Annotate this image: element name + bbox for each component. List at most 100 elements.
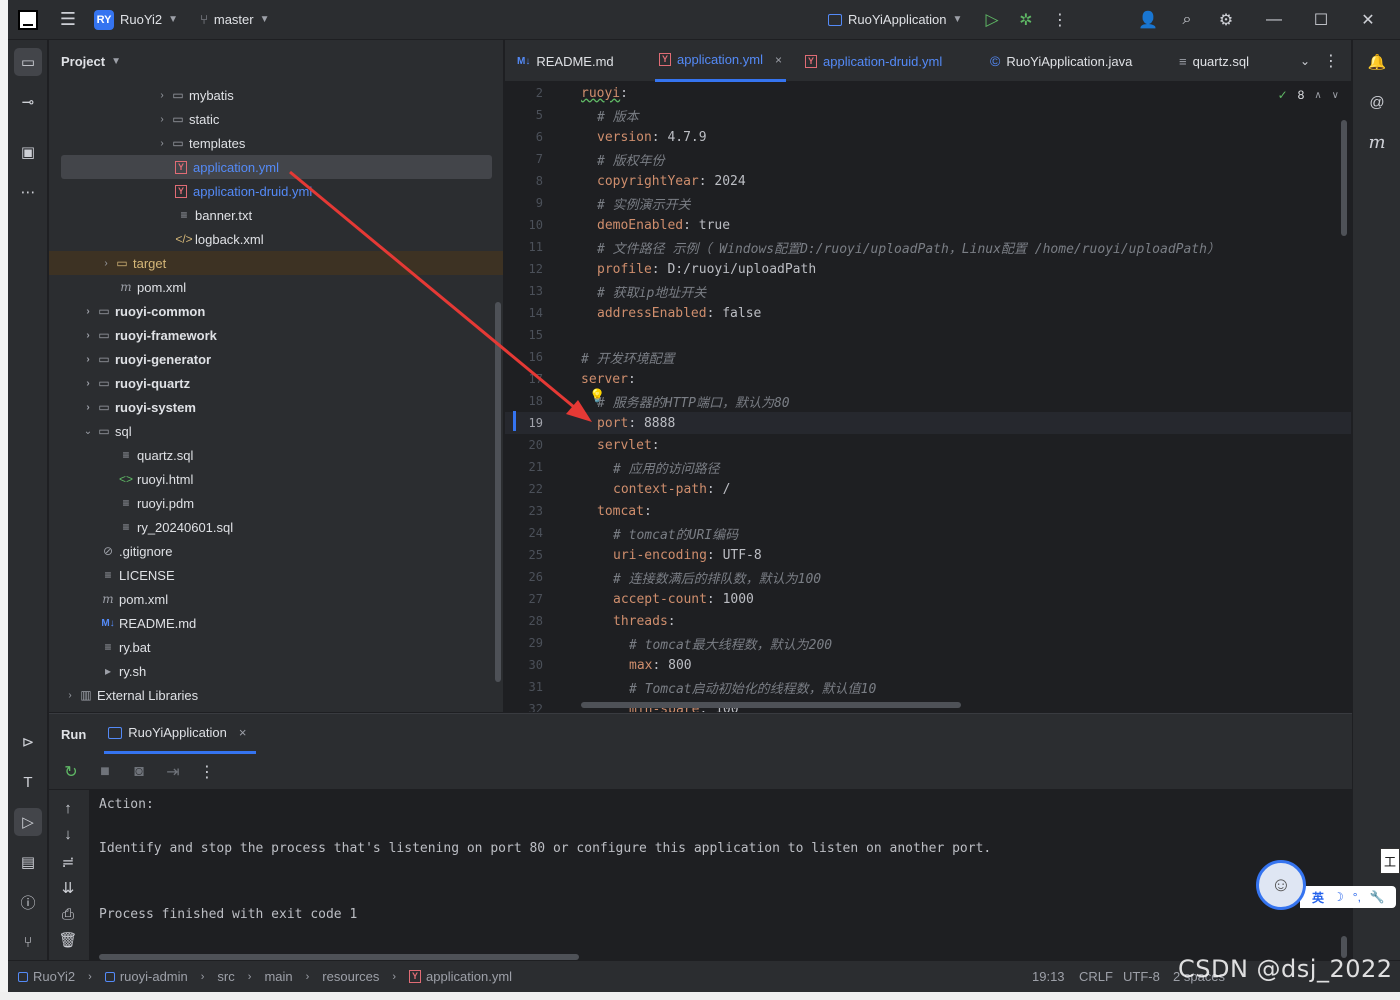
ai-assistant-icon[interactable]: @ xyxy=(1363,88,1391,116)
code-line[interactable]: 31 # Tomcat启动初始化的线程数，默认值10 xyxy=(505,676,1351,698)
code-line[interactable]: 8 copyrightYear: 2024 xyxy=(505,170,1351,192)
code-editor[interactable]: 2 ruoyi: 5 # 版本 6 version: 4.7.9 7 # 版权年份 8 copyr… xyxy=(505,82,1351,712)
tree-item-mybatis[interactable]: › ▭ mybatis xyxy=(155,83,233,107)
cursor-position[interactable]: 19:13 xyxy=(1032,969,1065,984)
breadcrumb-item[interactable]: src xyxy=(217,969,234,984)
scroll-to-end-icon[interactable]: ⇊ xyxy=(54,874,82,902)
maximize-icon[interactable]: ☐ xyxy=(1309,8,1333,32)
git-tool-icon[interactable]: ⑂ xyxy=(14,928,42,956)
editor-horizontal-scrollbar[interactable] xyxy=(581,702,961,708)
code-line[interactable]: 30 max: 800 xyxy=(505,654,1351,676)
tree-item-sql[interactable]: ⌄ ▭ sql xyxy=(81,419,132,443)
tree-item-pom-xml[interactable]: m pom.xml xyxy=(117,275,186,299)
code-line[interactable]: 10 demoEnabled: true xyxy=(505,214,1351,236)
more-tools-icon[interactable]: ⋯ xyxy=(14,178,42,206)
tree-item-ruoyi-html[interactable]: <> ruoyi.html xyxy=(117,467,193,491)
more-actions-icon[interactable]: ⋮ xyxy=(195,760,219,784)
code-line[interactable]: 6 version: 4.7.9 xyxy=(505,126,1351,148)
tab-ruoyi-application-java[interactable]: © RuoYiApplication.java xyxy=(990,40,1132,82)
services-tool-icon[interactable]: ⊳ xyxy=(14,728,42,756)
add-user-icon[interactable]: 👤 xyxy=(1136,8,1160,32)
breadcrumb-item[interactable]: application.yml xyxy=(426,969,512,984)
tree-item-external-libraries[interactable]: › ▥ External Libraries xyxy=(63,683,198,707)
run-tool-icon[interactable]: ▷ xyxy=(14,808,42,836)
code-line[interactable]: 9 # 实例演示开关 xyxy=(505,192,1351,214)
notifications-icon[interactable]: 🔔 xyxy=(1363,48,1391,76)
code-line[interactable]: 25 uri-encoding: UTF-8 xyxy=(505,544,1351,566)
tree-item-ry-sql[interactable]: ≡ ry_20240601.sql xyxy=(117,515,233,539)
tree-item-readme[interactable]: M↓ README.md xyxy=(99,611,196,635)
build-tool-icon[interactable]: T xyxy=(14,768,42,796)
code-line[interactable]: 15 xyxy=(505,324,1351,346)
moon-icon[interactable]: ☽ xyxy=(1333,890,1344,904)
problems-tool-icon[interactable]: ⓘ xyxy=(14,888,42,916)
camera-icon[interactable]: ◙ xyxy=(127,760,151,784)
run-tab[interactable]: RuoYiApplication × xyxy=(104,714,257,754)
tree-item-ruoyi-framework[interactable]: › ▭ ruoyi-framework xyxy=(81,323,217,347)
code-line[interactable]: 5 # 版本 xyxy=(505,104,1351,126)
code-line[interactable]: 24 # tomcat的URI编码 xyxy=(505,522,1351,544)
tree-item-ruoyi-system[interactable]: › ▭ ruoyi-system xyxy=(81,395,196,419)
code-line[interactable]: 7 # 版权年份 xyxy=(505,148,1351,170)
code-line[interactable]: 11 # 文件路径 示例（ Windows配置D:/ruoyi/uploadPat… xyxy=(505,236,1351,258)
code-line[interactable]: 29 # tomcat最大线程数，默认为200 xyxy=(505,632,1351,654)
clear-all-icon[interactable]: 🗑 xyxy=(54,926,82,954)
tab-quartz-sql[interactable]: ≡ quartz.sql xyxy=(1179,40,1249,82)
project-switcher[interactable]: RY RuoYi2 ▼ xyxy=(94,9,178,30)
terminal-tool-icon[interactable]: ▤ xyxy=(14,848,42,876)
code-line[interactable]: 2 ruoyi: xyxy=(505,82,1351,104)
branch-switcher[interactable]: ⑂ master ▼ xyxy=(200,12,269,27)
project-scrollbar[interactable] xyxy=(495,302,501,682)
tab-application-druid-yml[interactable]: Y application-druid.yml xyxy=(805,40,942,82)
console-output[interactable]: Action: Identify and stop the process tha… xyxy=(99,794,991,926)
print-icon[interactable]: ⎙ xyxy=(54,900,82,928)
close-tab-icon[interactable]: × xyxy=(775,53,782,67)
rerun-icon[interactable]: ↻ xyxy=(59,760,83,784)
tree-item-license[interactable]: ≡ LICENSE xyxy=(99,563,174,587)
tree-item-ruoyi-quartz[interactable]: › ▭ ruoyi-quartz xyxy=(81,371,190,395)
close-tab-icon[interactable]: × xyxy=(239,725,247,740)
tab-list-chevron-icon[interactable]: ⌄ xyxy=(1293,49,1317,73)
line-ending[interactable]: CRLF xyxy=(1079,969,1113,984)
close-icon[interactable]: ✕ xyxy=(1356,8,1380,32)
breadcrumb-item[interactable]: RuoYi2 xyxy=(33,969,75,984)
minimize-icon[interactable]: — xyxy=(1262,8,1286,32)
ime-toolbar[interactable]: 英 ☽ °, 🔧 xyxy=(1300,886,1396,908)
tab-readme[interactable]: M↓ README.md xyxy=(517,40,614,82)
debug-icon[interactable]: ✲ xyxy=(1014,8,1038,32)
soft-wrap-icon[interactable]: ≓ xyxy=(54,848,82,876)
tab-application-yml[interactable]: Y application.yml × xyxy=(655,40,787,82)
tree-item-application-yml[interactable]: Yapplication.yml xyxy=(175,155,279,179)
tree-item-root-pom-xml[interactable]: m pom.xml xyxy=(99,587,168,611)
tree-item-target[interactable]: › ▭ target xyxy=(99,251,166,275)
more-actions-icon[interactable]: ⋮ xyxy=(1048,8,1072,32)
lightbulb-icon[interactable]: 💡 xyxy=(589,388,605,404)
tree-item-ry-bat[interactable]: ≡ ry.bat xyxy=(99,635,150,659)
tab-more-icon[interactable]: ⋮ xyxy=(1319,49,1343,73)
code-line[interactable]: 20 servlet: xyxy=(505,434,1351,456)
code-line[interactable]: 14 addressEnabled: false xyxy=(505,302,1351,324)
code-line[interactable]: 23 tomcat: xyxy=(505,500,1351,522)
code-line[interactable]: 18 # 服务器的HTTP端口，默认为80 xyxy=(505,390,1351,412)
commit-tool-icon[interactable]: ⊸ xyxy=(14,88,42,116)
code-line[interactable]: 22 context-path: / xyxy=(505,478,1351,500)
maven-tool-icon[interactable]: m xyxy=(1363,128,1391,156)
stop-icon[interactable]: ■ xyxy=(93,760,117,784)
code-line[interactable]: 13 # 获取ip地址开关 xyxy=(505,280,1351,302)
tree-item-quartz-sql[interactable]: ≡ quartz.sql xyxy=(117,443,193,467)
ime-widget[interactable]: 英 ☽ °, 🔧 ☺ xyxy=(1256,860,1396,910)
tree-item-templates[interactable]: › ▭ templates xyxy=(155,131,245,155)
tree-item-static[interactable]: › ▭ static xyxy=(155,107,219,131)
code-line[interactable]: 21 # 应用的访问路径 xyxy=(505,456,1351,478)
tree-item-gitignore[interactable]: ⊘ .gitignore xyxy=(99,539,173,563)
run-icon[interactable]: ▷ xyxy=(980,8,1004,32)
code-line[interactable]: 26 # 连接数满后的排队数，默认为100 xyxy=(505,566,1351,588)
tree-item-ruoyi-common[interactable]: › ▭ ruoyi-common xyxy=(81,299,205,323)
punctuation-icon[interactable]: °, xyxy=(1353,890,1361,904)
project-tool-icon[interactable]: ▭ xyxy=(14,48,42,76)
scroll-down-icon[interactable]: ↓ xyxy=(54,820,82,848)
tree-item-ry-sh[interactable]: ▸ ry.sh xyxy=(99,659,146,683)
file-encoding[interactable]: UTF-8 xyxy=(1123,969,1160,984)
search-icon[interactable]: ⌕ xyxy=(1175,8,1199,32)
tree-item-ruoyi-generator[interactable]: › ▭ ruoyi-generator xyxy=(81,347,211,371)
